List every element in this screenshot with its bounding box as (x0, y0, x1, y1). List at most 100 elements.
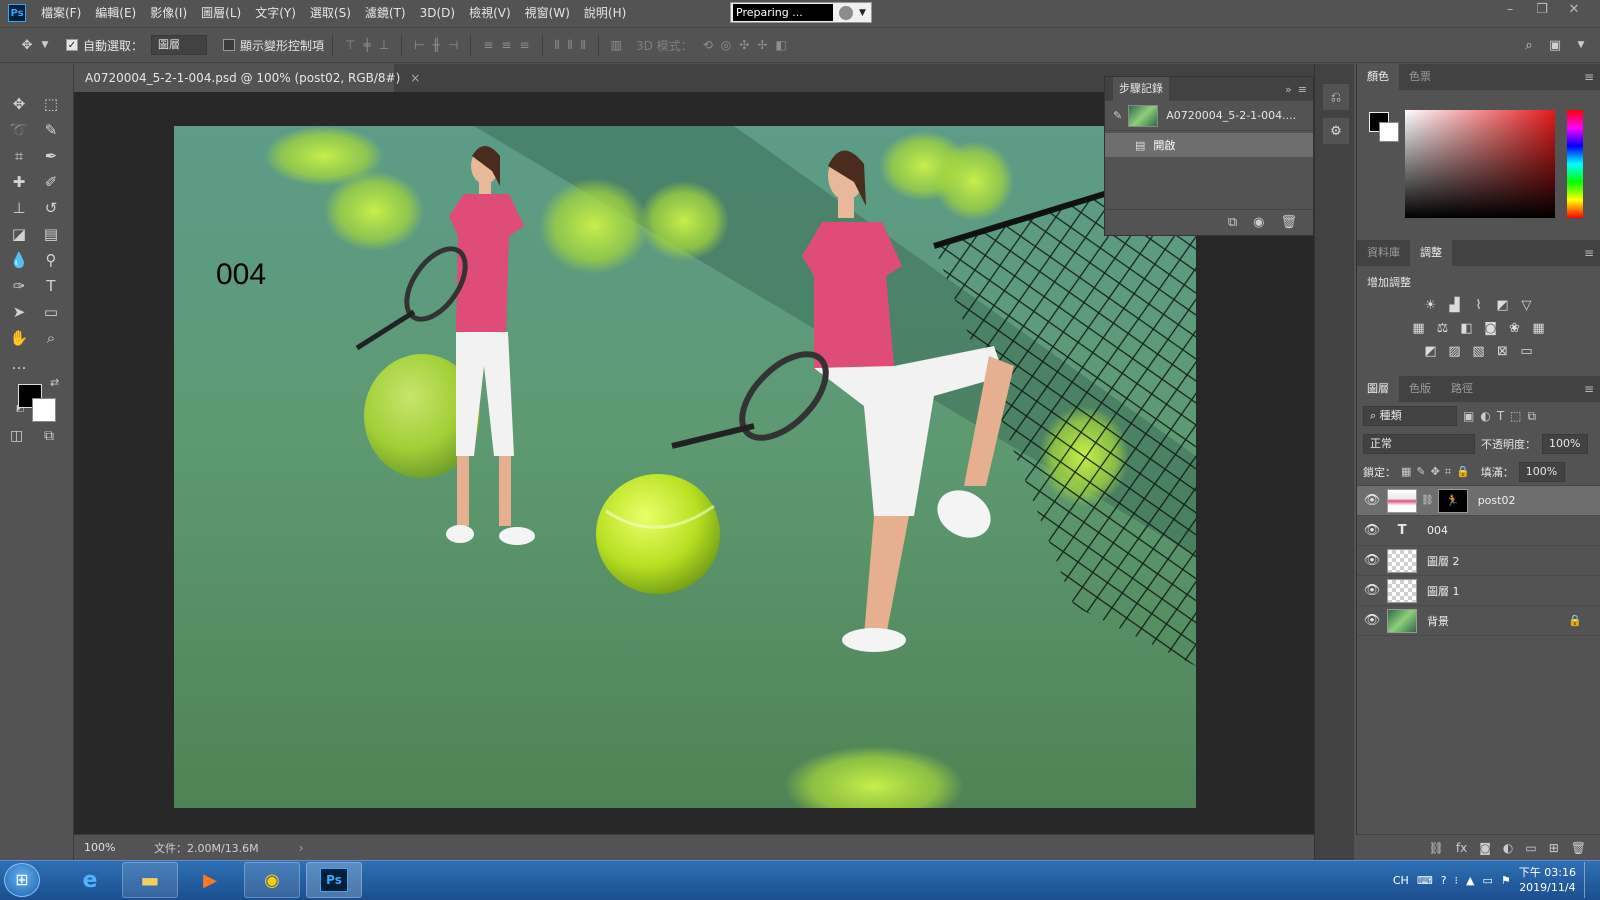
menu-type[interactable]: 文字(Y) (248, 0, 303, 26)
color-picker-field[interactable] (1405, 110, 1555, 218)
tab-libraries[interactable]: 資料庫 (1357, 240, 1410, 266)
lock-position-icon[interactable]: ✥ (1431, 465, 1440, 478)
black-white-icon[interactable]: ◧ (1459, 321, 1475, 336)
show-hidden-icons-icon[interactable]: ▲ (1466, 874, 1474, 887)
move-tool-icon[interactable]: ✥ (20, 38, 34, 53)
camera-snapshot-icon[interactable]: ◉ (1253, 215, 1264, 230)
tab-history[interactable]: 步驟記錄 (1113, 77, 1169, 101)
fx-icon[interactable]: fx (1456, 841, 1467, 855)
panel-menu-icon[interactable]: ≡ (1584, 64, 1594, 90)
menu-file[interactable]: 檔案(F) (34, 0, 88, 26)
eyedropper-tool-icon[interactable]: ✒ (38, 144, 64, 168)
rectangle-tool-icon[interactable]: ▭ (38, 300, 64, 324)
brightness-icon[interactable]: ☀ (1423, 298, 1439, 313)
quick-select-tool-icon[interactable]: ✎ (38, 118, 64, 142)
auto-select-dropdown[interactable]: 圖層 (151, 35, 208, 55)
align-top-icon[interactable]: ⊤ (345, 38, 355, 52)
healing-brush-tool-icon[interactable]: ✚ (6, 170, 32, 194)
align-left-icon[interactable]: ⊢ (414, 38, 424, 52)
start-button[interactable]: ⊞ (4, 863, 40, 897)
path-select-tool-icon[interactable]: ➤ (6, 300, 32, 324)
levels-icon[interactable]: ▟ (1447, 298, 1463, 313)
workspace-icon[interactable]: ▣ (1548, 38, 1562, 53)
menu-window[interactable]: 視窗(W) (518, 0, 577, 26)
align-right-icon[interactable]: ⊣ (448, 38, 458, 52)
orbit-3d-icon[interactable]: ⟲ (703, 38, 713, 52)
eye-icon[interactable]: 👁 (1357, 493, 1387, 508)
distribute-left-icon[interactable]: ⫴ (555, 38, 560, 53)
distribute-vcenter-icon[interactable]: ≡ (501, 38, 511, 52)
search-icon[interactable]: ⌕ (1522, 38, 1536, 53)
brush-tool-icon[interactable]: ✐ (38, 170, 64, 194)
zoom-level[interactable]: 100% (74, 841, 124, 854)
new-group-icon[interactable]: ▭ (1525, 841, 1536, 855)
chrome-icon[interactable]: ◉ (244, 862, 300, 898)
new-adjustment-icon[interactable]: ◐ (1503, 841, 1513, 855)
dropdown-arrow-icon[interactable]: ▼ (859, 8, 866, 18)
photo-filter-icon[interactable]: ◙ (1483, 321, 1499, 336)
eye-icon[interactable]: 👁 (1357, 553, 1387, 568)
invert-icon[interactable]: ◩ (1423, 344, 1439, 359)
layer-mask-thumbnail[interactable]: 🏃 (1437, 488, 1468, 513)
menu-edit[interactable]: 編輯(E) (88, 0, 143, 26)
document-canvas[interactable]: 004 (174, 126, 1196, 808)
filter-type-icon[interactable]: T (1497, 409, 1504, 423)
blend-mode-dropdown[interactable]: 正常 (1363, 434, 1475, 454)
gradient-tool-icon[interactable]: ▤ (38, 222, 64, 246)
drag-3d-icon[interactable]: ✣ (739, 38, 749, 52)
hand-tool-icon[interactable]: ✋ (6, 326, 32, 350)
add-mask-icon[interactable]: ◙ (1479, 841, 1491, 855)
chain-link-icon[interactable]: ⛓ (1421, 495, 1434, 506)
layer-row[interactable]: 👁 圖層 1 (1357, 576, 1600, 606)
menu-layer[interactable]: 圖層(L) (194, 0, 248, 26)
close-tab-icon[interactable]: × (410, 71, 420, 85)
menu-image[interactable]: 影像(I) (143, 0, 194, 26)
filter-smart-icon[interactable]: ⧉ (1528, 409, 1537, 424)
filter-pixel-icon[interactable]: ▣ (1463, 409, 1474, 423)
menu-3d[interactable]: 3D(D) (413, 0, 462, 26)
scale-3d-icon[interactable]: ◧ (775, 38, 786, 52)
layer-row[interactable]: 👁 圖層 2 (1357, 546, 1600, 576)
tool-preset-arrow-icon[interactable]: ▼ (38, 40, 52, 50)
pen-tool-icon[interactable]: ✑ (6, 274, 32, 298)
layer-row[interactable]: 👁 ⛓ 🏃 post02 (1357, 486, 1600, 516)
posterize-icon[interactable]: ▨ (1447, 344, 1463, 359)
close-window-icon[interactable]: ✕ (1558, 0, 1590, 20)
lock-all-icon[interactable]: 🔒 (1456, 465, 1470, 478)
tab-adjustments[interactable]: 調整 (1410, 240, 1452, 266)
minimize-icon[interactable]: – (1494, 0, 1526, 20)
restore-icon[interactable]: ❐ (1526, 0, 1558, 20)
color-balance-icon[interactable]: ⚖ (1435, 321, 1451, 336)
gradient-map-icon[interactable]: ▭ (1519, 344, 1535, 359)
history-brush-tool-icon[interactable]: ↺ (38, 196, 64, 220)
eye-icon[interactable]: 👁 (1357, 523, 1387, 538)
filter-shape-icon[interactable]: ⬚ (1510, 409, 1521, 423)
lock-transparent-icon[interactable]: ▦ (1401, 465, 1411, 478)
menu-view[interactable]: 檢視(V) (462, 0, 518, 26)
lock-artboard-icon[interactable]: ⌗ (1445, 465, 1451, 479)
blur-tool-icon[interactable]: 💧 (6, 248, 32, 272)
internet-explorer-icon[interactable]: e (62, 862, 118, 898)
panel-menu-icon[interactable]: ≡ (1298, 83, 1307, 96)
document-tab[interactable]: A0720004_5-2-1-004.psd @ 100% (post02, R… (74, 64, 420, 92)
tab-swatches[interactable]: 色票 (1399, 64, 1441, 90)
record-icon[interactable] (839, 5, 853, 20)
history-panel-icon[interactable]: ⎌ (1323, 84, 1349, 110)
layer-filter-kind[interactable]: ⌕ 種類 (1363, 406, 1457, 426)
filter-adjust-icon[interactable]: ◐ (1480, 409, 1490, 423)
distribute-top-icon[interactable]: ≡ (483, 38, 493, 52)
swap-colors-icon[interactable]: ⇄ (50, 376, 59, 389)
lock-icon[interactable]: 🔒 (1568, 614, 1582, 627)
distribute-bottom-icon[interactable]: ≡ (519, 38, 529, 52)
eraser-tool-icon[interactable]: ◪ (6, 222, 32, 246)
workspace-arrow-icon[interactable]: ▼ (1574, 40, 1588, 50)
new-layer-icon[interactable]: ⊞ (1549, 841, 1559, 855)
ime-indicator[interactable]: CH (1393, 874, 1409, 887)
hue-saturation-icon[interactable]: ▦ (1411, 321, 1427, 336)
show-transform-checkbox[interactable] (223, 39, 236, 51)
auto-select-checkbox[interactable]: ✓ (66, 39, 78, 51)
color-bg-swatch[interactable] (1379, 122, 1399, 142)
show-desktop-button[interactable] (1584, 862, 1594, 898)
status-menu-arrow[interactable]: › (299, 841, 304, 855)
help-icon[interactable]: ? (1441, 874, 1447, 887)
